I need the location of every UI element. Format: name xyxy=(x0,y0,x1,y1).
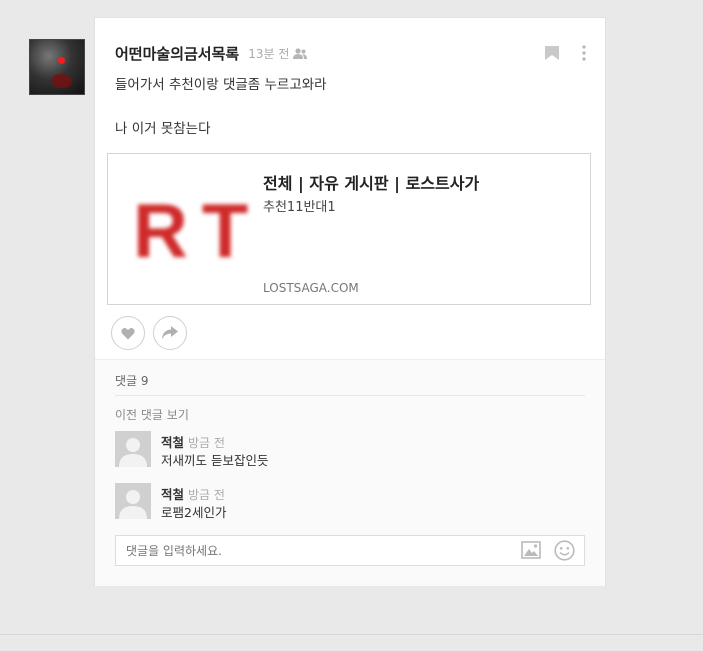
post-card: 어떤마술의금서목록 13분 전 들어가서 추천이랑 댓글좀 누르고와라 나 이거… xyxy=(95,18,605,586)
avatar-eye-detail xyxy=(58,57,65,64)
post-author[interactable]: 어떤마술의금서목록 xyxy=(115,43,239,64)
share-button[interactable] xyxy=(153,316,187,350)
image-upload-icon[interactable] xyxy=(521,541,541,559)
comment-avatar[interactable] xyxy=(115,431,151,467)
avatar-detail xyxy=(52,74,72,88)
link-preview-card[interactable]: RT 전체 | 자유 게시판 | 로스트사가 추천11반대1 LOSTSAGA.… xyxy=(107,153,591,305)
page-bottom-divider xyxy=(0,634,703,635)
default-user-icon xyxy=(119,490,147,519)
view-previous-comments-link[interactable]: 이전 댓글 보기 xyxy=(115,406,189,423)
like-button[interactable] xyxy=(111,316,145,350)
comment-time: 방금 전 xyxy=(188,488,225,502)
comments-divider xyxy=(115,395,585,396)
comment-input[interactable] xyxy=(115,535,585,566)
link-thumbnail-logo: RT xyxy=(133,189,263,274)
comment-time: 방금 전 xyxy=(188,436,225,450)
comment-author[interactable]: 적철 방금 전 xyxy=(161,484,225,503)
comments-section: 댓글 9 이전 댓글 보기 적철 방금 전 저새끼도 듣보잡인듯 적철 방금 전 로… xyxy=(95,359,605,586)
bookmark-icon[interactable] xyxy=(543,45,561,61)
link-title[interactable]: 전체 | 자유 게시판 | 로스트사가 xyxy=(263,170,479,194)
more-options-icon[interactable] xyxy=(579,44,589,62)
comment-avatar[interactable] xyxy=(115,483,151,519)
friends-icon xyxy=(293,47,308,59)
comment-count: 댓글 9 xyxy=(115,374,149,388)
comment-author-name[interactable]: 적철 xyxy=(161,487,184,502)
comment-author[interactable]: 적철 방금 전 xyxy=(161,432,225,451)
default-user-icon xyxy=(119,438,147,467)
post-text-line: 들어가서 추천이랑 댓글좀 누르고와라 xyxy=(115,77,327,93)
share-arrow-icon xyxy=(162,326,178,339)
comment-text: 로팸2세인가 xyxy=(161,505,227,520)
link-domain: LOSTSAGA.COM xyxy=(263,281,359,295)
link-description: 추천11반대1 xyxy=(263,200,336,215)
emoticon-icon[interactable] xyxy=(554,540,575,561)
post-text-line: 나 이거 못참는다 xyxy=(115,121,211,137)
comment-text: 저새끼도 듣보잡인듯 xyxy=(161,453,269,468)
post-time[interactable]: 13분 전 xyxy=(248,45,289,62)
heart-icon xyxy=(121,327,135,339)
post-header: 어떤마술의금서목록 13분 전 xyxy=(115,43,308,64)
comment-author-name[interactable]: 적철 xyxy=(161,435,184,450)
author-avatar[interactable] xyxy=(29,39,85,95)
